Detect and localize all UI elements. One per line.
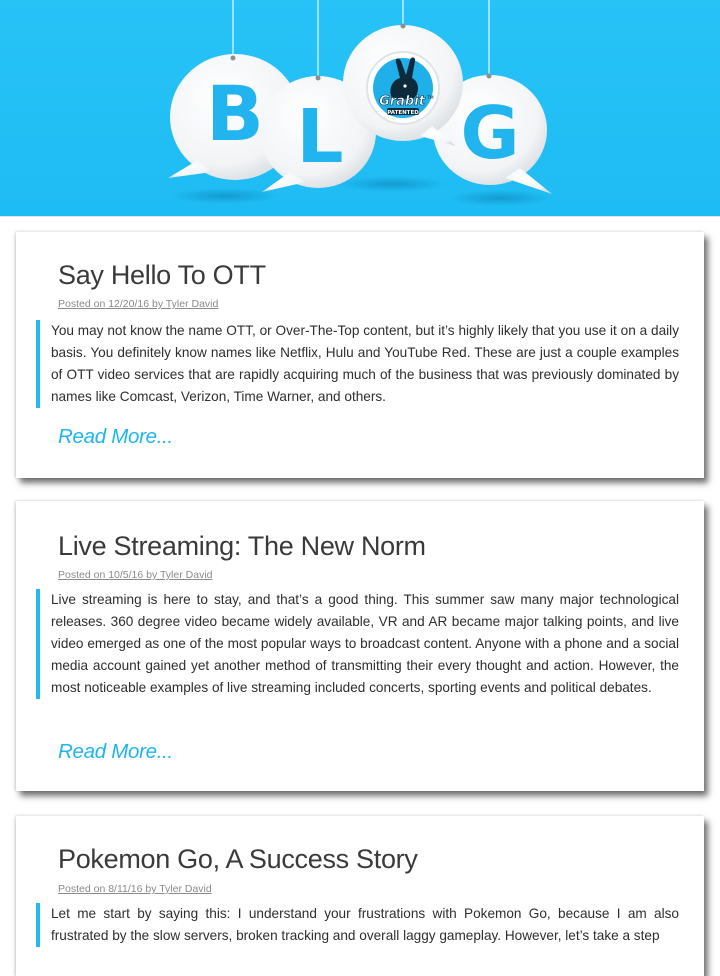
post-title[interactable]: Pokemon Go, A Success Story bbox=[58, 844, 418, 875]
banner-divider bbox=[0, 216, 720, 217]
post-meta-link[interactable]: Posted on 10/5/16 by Tyler David bbox=[58, 569, 213, 581]
blog-banner: G B L Grabit PATENTED TM bbox=[0, 0, 720, 216]
svg-text:G: G bbox=[460, 91, 519, 175]
svg-text:L: L bbox=[296, 94, 343, 180]
post-title[interactable]: Say Hello To OTT bbox=[58, 260, 266, 291]
post-excerpt: Let me start by saying this: I understan… bbox=[36, 903, 679, 947]
svg-text:B: B bbox=[206, 69, 264, 158]
post-excerpt: Live streaming is here to stay, and that… bbox=[36, 589, 679, 699]
read-more-link[interactable]: Read More... bbox=[58, 740, 173, 764]
post-meta-link[interactable]: Posted on 8/11/16 by Tyler David bbox=[58, 883, 212, 895]
blog-post-card: Say Hello To OTT Posted on 12/20/16 by T… bbox=[16, 232, 704, 478]
post-excerpt: You may not know the name OTT, or Over-T… bbox=[36, 320, 679, 408]
svg-text:TM: TM bbox=[426, 95, 434, 101]
post-title[interactable]: Live Streaming: The New Norm bbox=[58, 531, 426, 562]
post-meta-link[interactable]: Posted on 12/20/16 by Tyler David bbox=[58, 298, 218, 310]
blog-banner-art: G B L Grabit PATENTED TM bbox=[168, 0, 552, 206]
blog-post-card: Pokemon Go, A Success Story Posted on 8/… bbox=[16, 816, 704, 976]
blog-post-card: Live Streaming: The New Norm Posted on 1… bbox=[16, 501, 704, 791]
svg-text:Grabit: Grabit bbox=[379, 94, 426, 109]
svg-text:PATENTED: PATENTED bbox=[387, 110, 419, 116]
read-more-link[interactable]: Read More... bbox=[58, 425, 173, 449]
